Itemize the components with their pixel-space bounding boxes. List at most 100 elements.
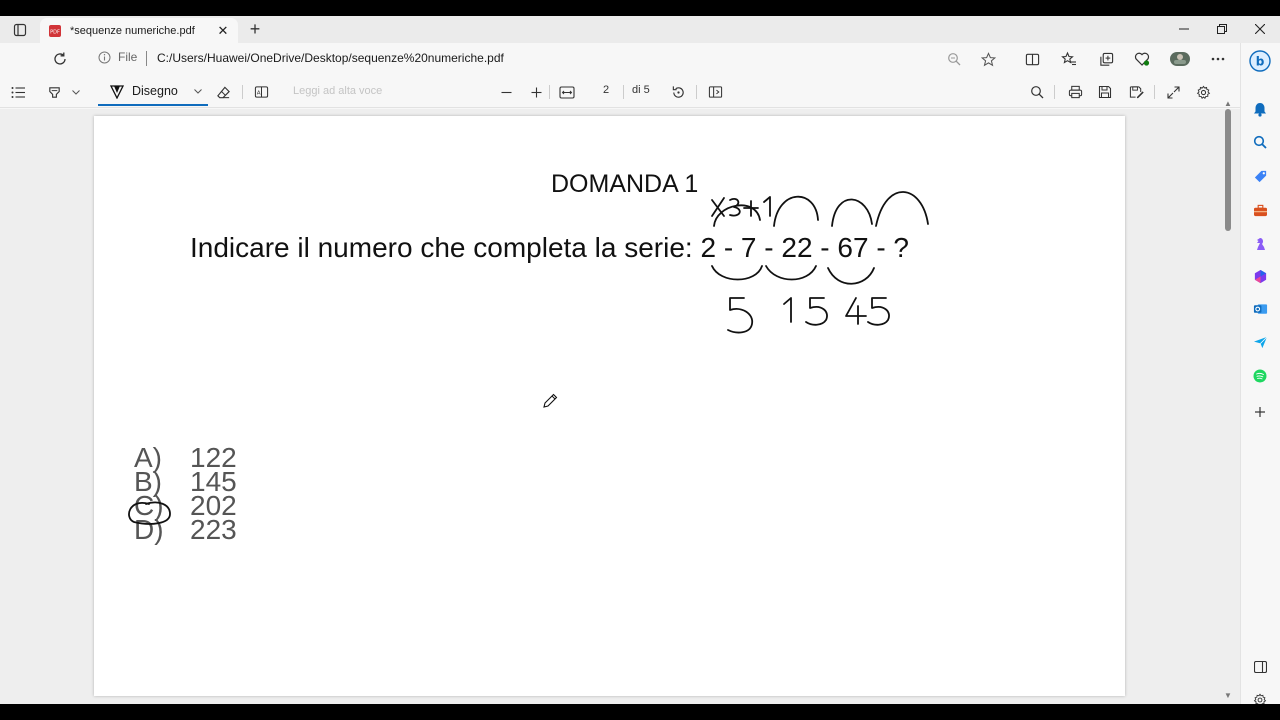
- scroll-up-icon[interactable]: ▲: [1224, 99, 1232, 108]
- split-screen-button[interactable]: [1022, 49, 1042, 69]
- rotate-icon: [672, 85, 684, 98]
- full-screen-button[interactable]: [1163, 82, 1183, 102]
- pdf-file-icon: PDF: [49, 24, 61, 37]
- minimize-icon: [1179, 28, 1189, 30]
- read-aloud-icon: A: [254, 86, 268, 98]
- sidebar-search-button[interactable]: [1250, 132, 1270, 152]
- url-field[interactable]: C:/Users/Huawei/OneDrive/Desktop/sequenz…: [157, 51, 504, 65]
- scrollbar-thumb[interactable]: [1225, 109, 1231, 231]
- spotify-button[interactable]: [1250, 366, 1270, 386]
- gear-icon: [1253, 693, 1267, 704]
- ink-plus: [743, 200, 759, 217]
- microsoft-365-icon: [1254, 269, 1266, 283]
- pdf-page[interactable]: DOMANDA 1 Indicare il numero che complet…: [94, 116, 1125, 696]
- save-button[interactable]: [1095, 82, 1115, 102]
- expand-icon: [1166, 85, 1180, 99]
- profile-button[interactable]: [1168, 49, 1192, 69]
- heart-pulse-icon: [1134, 52, 1150, 66]
- page-number-input[interactable]: 2: [596, 84, 616, 96]
- copilot-button[interactable]: b: [1248, 49, 1272, 73]
- new-tab-button[interactable]: +: [246, 19, 264, 39]
- ink-smile: [711, 265, 763, 281]
- favorite-button[interactable]: [978, 49, 998, 69]
- pdf-viewport[interactable]: DOMANDA 1 Indicare il numero che complet…: [0, 109, 1240, 704]
- fit-to-width-button[interactable]: [557, 82, 577, 102]
- vertical-scrollbar[interactable]: ▲ ▼: [1222, 99, 1234, 704]
- collections-button[interactable]: [1096, 49, 1116, 69]
- spotify-icon: [1253, 369, 1267, 383]
- erase-button[interactable]: [213, 82, 233, 102]
- highlight-options-button[interactable]: [68, 82, 84, 102]
- zoom-out-button[interactable]: [496, 82, 516, 102]
- copilot-icon: b: [1249, 50, 1271, 72]
- collections-icon: [1099, 52, 1113, 66]
- site-info-button[interactable]: File: [98, 50, 137, 64]
- shopping-tag-icon: [1254, 170, 1266, 182]
- chevron-down-icon[interactable]: [194, 86, 202, 97]
- page-view-icon: [708, 86, 722, 98]
- sidebar-settings-button[interactable]: [1250, 690, 1270, 704]
- outlook-button[interactable]: [1250, 299, 1270, 319]
- gear-icon: [1196, 85, 1210, 99]
- ink-arc: [713, 204, 761, 227]
- ink-1: [763, 196, 771, 217]
- plus-icon: [531, 87, 541, 97]
- window-close-button[interactable]: [1240, 18, 1280, 40]
- microsoft-365-button[interactable]: [1250, 266, 1270, 286]
- restore-button[interactable]: [1202, 18, 1242, 40]
- scroll-down-icon[interactable]: ▼: [1224, 691, 1232, 700]
- tab-active[interactable]: PDF *sequenze numeriche.pdf ✕: [40, 18, 238, 43]
- notifications-button[interactable]: [1250, 99, 1270, 119]
- settings-more-button[interactable]: [1208, 49, 1228, 69]
- question-title: DOMANDA 1: [551, 170, 699, 198]
- games-button[interactable]: [1250, 233, 1270, 253]
- find-button[interactable]: [1027, 82, 1047, 102]
- printer-icon: [1068, 85, 1082, 99]
- ink-5: [727, 297, 754, 334]
- plus-icon: [1255, 407, 1265, 417]
- svg-text:PDF: PDF: [50, 29, 60, 35]
- zoom-button[interactable]: [944, 49, 964, 69]
- pen-cursor-icon: [541, 392, 559, 415]
- tab-close-button[interactable]: ✕: [216, 23, 230, 39]
- rotate-button[interactable]: [668, 82, 688, 102]
- tools-button[interactable]: [1250, 200, 1270, 220]
- minus-icon: [501, 91, 511, 93]
- pdf-settings-button[interactable]: [1193, 82, 1213, 102]
- drop-button[interactable]: [1250, 332, 1270, 352]
- highlight-button[interactable]: [44, 82, 64, 102]
- zoom-icon: [948, 53, 961, 66]
- bell-icon: [1254, 102, 1266, 117]
- draw-tool-button[interactable]: Disegno: [98, 78, 208, 106]
- add-sidebar-app-button[interactable]: [1250, 402, 1270, 422]
- zoom-in-button[interactable]: [526, 82, 546, 102]
- browser-essentials-button[interactable]: [1132, 49, 1152, 69]
- chess-piece-icon: [1257, 237, 1265, 250]
- contents-button[interactable]: [8, 82, 28, 102]
- hide-sidebar-button[interactable]: [1250, 657, 1270, 677]
- minimize-button[interactable]: [1164, 18, 1204, 40]
- table-of-contents-icon: [11, 86, 25, 98]
- close-icon: [1255, 24, 1265, 34]
- favorites-star-icon: [1061, 51, 1076, 66]
- ink-arc: [875, 191, 929, 227]
- print-button[interactable]: [1065, 82, 1085, 102]
- save-as-button[interactable]: [1126, 82, 1146, 102]
- shopping-button[interactable]: [1250, 166, 1270, 186]
- toolbar-separator: [696, 85, 697, 99]
- search-icon: [1031, 86, 1044, 99]
- refresh-button[interactable]: [49, 49, 71, 69]
- tab-actions-button[interactable]: [8, 20, 32, 40]
- read-aloud-button[interactable]: A: [251, 82, 271, 102]
- toolbar-separator: [1054, 85, 1055, 99]
- ink-smile: [765, 265, 817, 281]
- restore-icon: [1217, 24, 1227, 34]
- ink-x: [711, 197, 725, 217]
- svg-text:A: A: [256, 90, 260, 96]
- more-icon: [1211, 57, 1225, 61]
- draw-tool-label: Disegno: [132, 84, 178, 98]
- sidebar-panel-icon: [1253, 661, 1267, 673]
- refresh-icon: [54, 52, 66, 65]
- favorites-button[interactable]: [1059, 49, 1079, 69]
- page-view-button[interactable]: [705, 82, 725, 102]
